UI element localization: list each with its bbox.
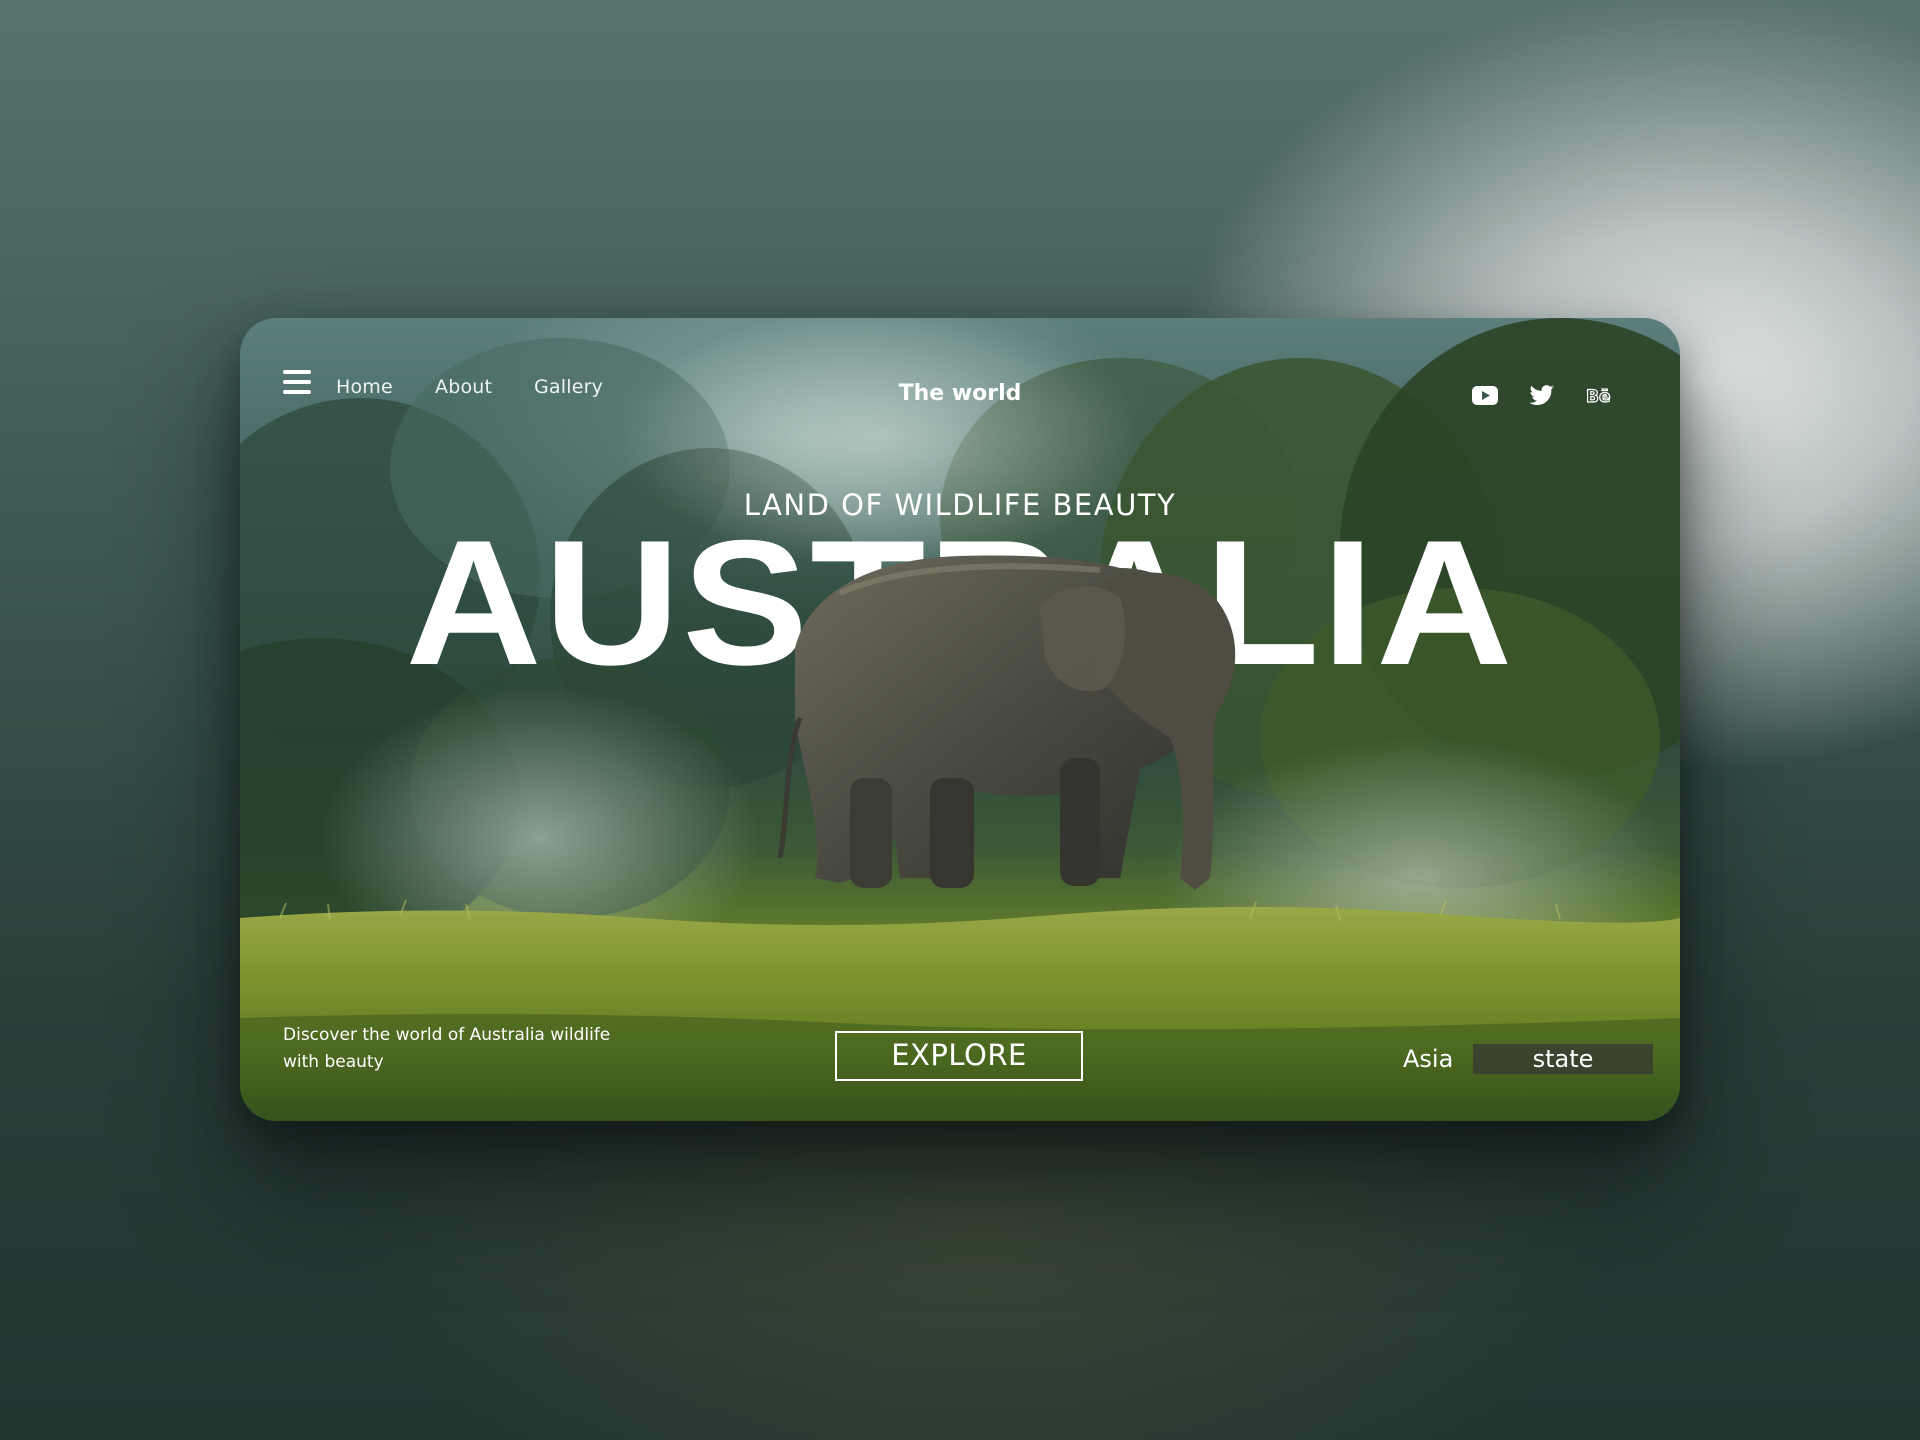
youtube-icon[interactable] <box>1470 380 1500 410</box>
svg-text:Bē: Bē <box>1586 387 1611 407</box>
state-chip[interactable]: state <box>1473 1044 1653 1074</box>
description-text: Discover the world of Australia wildlife… <box>283 1025 611 1072</box>
behance-icon[interactable]: Bē <box>1585 380 1615 410</box>
hero-card: LAND OF WILDLIFE BEAUTY AUSTRALIA Home A… <box>240 318 1680 1121</box>
brand-title: The world <box>898 381 1022 406</box>
top-nav: Home About Gallery The world Bē <box>240 348 1680 408</box>
explore-button[interactable]: EXPLORE <box>835 1031 1083 1081</box>
forest-background-image <box>240 318 1680 1121</box>
twitter-icon[interactable] <box>1527 380 1557 410</box>
hero-title: AUSTRALIA <box>405 503 1515 702</box>
region-label[interactable]: Asia <box>1403 1045 1453 1073</box>
